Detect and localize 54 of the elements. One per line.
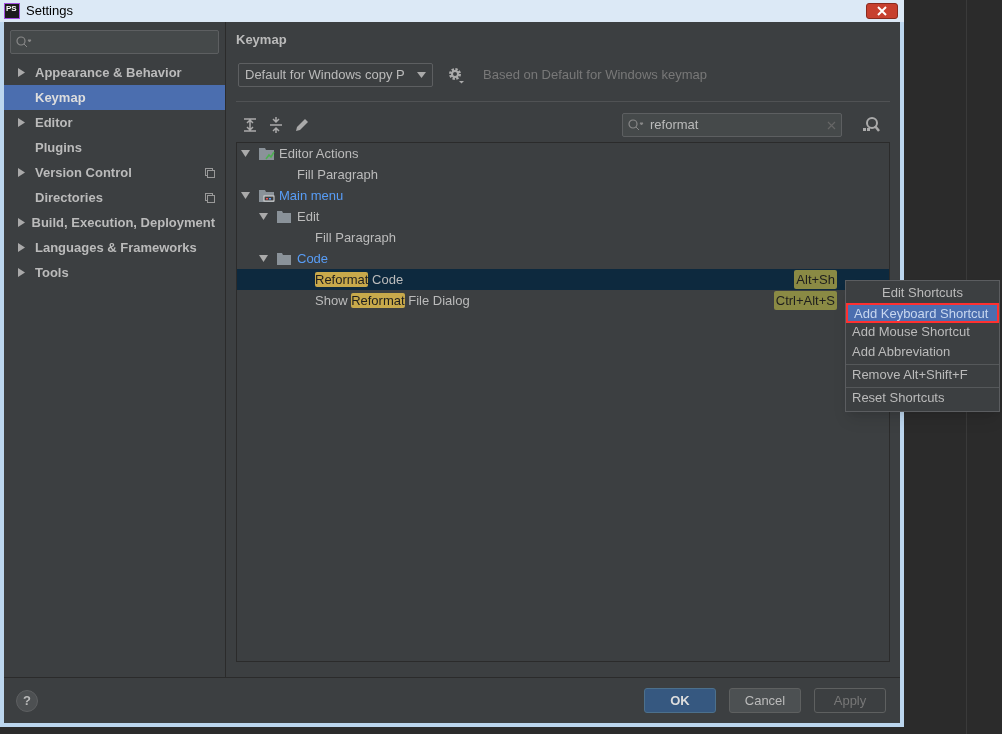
help-button[interactable]: ?: [16, 689, 38, 712]
expand-arrow-icon[interactable]: [18, 243, 25, 252]
tree-label: Code: [297, 249, 329, 268]
based-on-label: Based on Default for Windows keymap: [483, 66, 707, 85]
sidebar-item[interactable]: Tools: [4, 260, 225, 285]
collapse-all-icon[interactable]: [268, 117, 284, 133]
sidebar-item[interactable]: Appearance & Behavior: [4, 60, 225, 85]
expand-arrow-icon[interactable]: [18, 218, 25, 227]
gear-icon[interactable]: [447, 66, 465, 84]
page-heading: Keymap: [236, 31, 288, 49]
sidebar-item[interactable]: Plugins: [4, 135, 225, 160]
pencil-icon[interactable]: [294, 117, 310, 133]
sidebar-item[interactable]: Editor: [4, 110, 225, 135]
expand-arrow-icon[interactable]: [18, 168, 25, 177]
find-shortcut-icon[interactable]: [862, 116, 880, 134]
dialog-button[interactable]: OK: [644, 688, 716, 713]
caret-icon: [417, 72, 426, 78]
expand-arrow-icon[interactable]: [241, 150, 250, 157]
menu-item[interactable]: Reset Shortcuts: [846, 389, 999, 409]
expand-arrow-icon[interactable]: [259, 213, 268, 220]
tree-label: Edit: [297, 207, 320, 226]
tree-label: Fill Paragraph: [297, 165, 378, 184]
tree-label: Main menu: [279, 186, 344, 205]
dropdown-value: Default for Windows copy P: [245, 66, 406, 85]
menu-item[interactable]: Remove Alt+Shift+F: [846, 366, 999, 386]
expand-arrow-icon[interactable]: [241, 192, 250, 199]
sidebar-item[interactable]: Directories: [4, 185, 225, 210]
keymap-dropdown[interactable]: Default for Windows copy P: [238, 63, 433, 87]
close-button[interactable]: [866, 3, 898, 19]
tree-label: Fill Paragraph: [315, 228, 396, 247]
app-icon: PS: [4, 3, 20, 19]
shortcut-badge: Alt+Sh: [794, 269, 837, 290]
tree-label: Show Reformat File Dialog: [315, 291, 470, 310]
dialog-button[interactable]: Cancel: [729, 688, 801, 713]
sidebar-item[interactable]: Languages & Frameworks: [4, 235, 225, 260]
tree-label: Editor Actions: [279, 144, 359, 163]
close-icon: [877, 6, 887, 16]
sidebar-item[interactable]: Version Control: [4, 160, 225, 185]
menu-item[interactable]: Add Keyboard Shortcut: [846, 303, 999, 323]
sidebar-item[interactable]: Build, Execution, Deployment: [4, 210, 225, 235]
menu-item[interactable]: Add Mouse Shortcut: [846, 323, 999, 343]
shortcut-badge: Ctrl+Alt+S: [773, 290, 837, 311]
search-icon: [628, 119, 644, 131]
expand-arrow-icon[interactable]: [18, 68, 25, 77]
search-field[interactable]: [10, 30, 219, 54]
window-title: Settings: [26, 2, 73, 21]
expand-arrow-icon[interactable]: [18, 268, 25, 277]
expand-arrow-icon[interactable]: [18, 118, 25, 127]
expand-all-icon[interactable]: [242, 117, 258, 133]
sidebar-item[interactable]: Keymap: [4, 85, 225, 110]
search-icon: [16, 36, 32, 48]
expand-arrow-icon[interactable]: [259, 255, 268, 262]
search-field[interactable]: reformat: [622, 113, 842, 137]
menu-item[interactable]: Add Abbreviation: [846, 343, 999, 363]
